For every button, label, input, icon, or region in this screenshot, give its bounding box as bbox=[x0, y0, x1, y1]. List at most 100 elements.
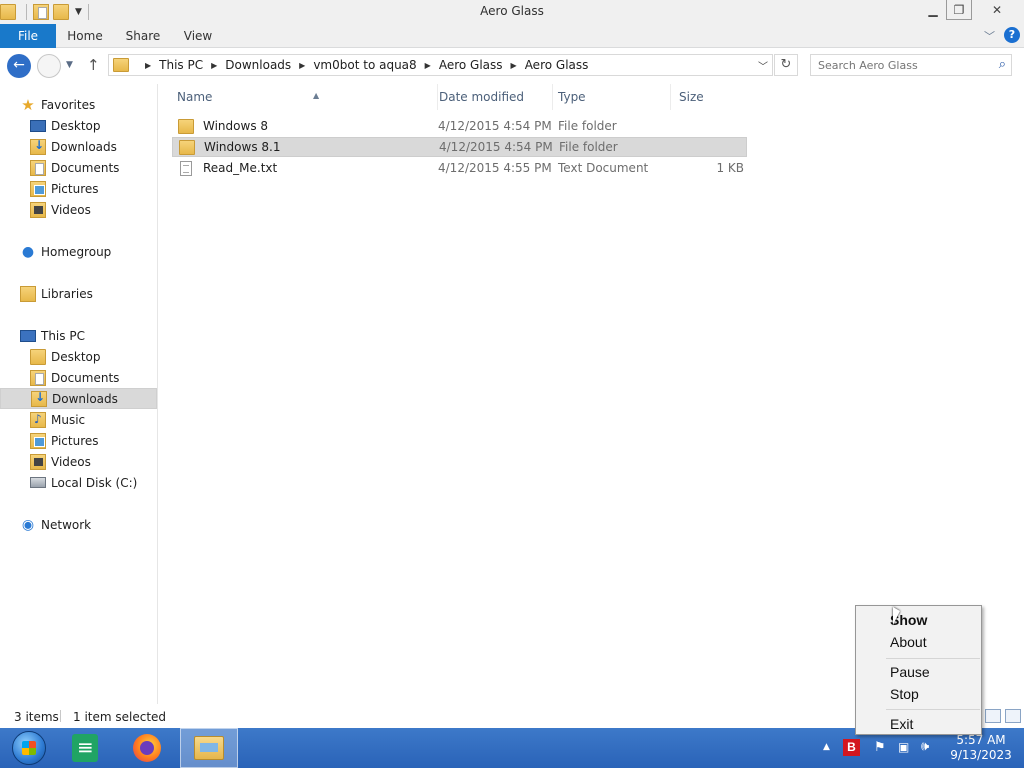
folder-icon bbox=[178, 118, 194, 134]
nav-favorites[interactable]: ★ Favorites bbox=[0, 94, 157, 115]
nav-pc-documents[interactable]: Documents bbox=[0, 367, 157, 388]
action-center-flag-icon[interactable]: ⚑ bbox=[874, 740, 886, 755]
desktop-folder-icon bbox=[30, 348, 46, 365]
nav-item-label: Videos bbox=[51, 454, 91, 469]
volume-icon[interactable]: 🕪 bbox=[921, 739, 929, 754]
status-divider bbox=[60, 710, 61, 722]
tab-home[interactable]: Home bbox=[60, 24, 110, 48]
network-tray-icon[interactable]: ▣ bbox=[898, 740, 909, 754]
taskbar-firefox[interactable] bbox=[118, 728, 176, 768]
close-icon: ✕ bbox=[991, 3, 1003, 17]
column-header-size[interactable]: Size bbox=[670, 84, 750, 110]
search-input[interactable] bbox=[811, 55, 981, 75]
selection-count: 1 item selected bbox=[73, 710, 167, 724]
menu-item-about[interactable]: About bbox=[890, 634, 927, 650]
hard-disk-icon bbox=[30, 477, 46, 488]
taskbar-sheets-app[interactable] bbox=[56, 728, 114, 768]
file-row[interactable]: Windows 8 4/12/2015 4:54 PM File folder bbox=[172, 116, 747, 136]
windows-logo-icon bbox=[12, 731, 46, 765]
breadcrumb-separator-icon[interactable]: ▶ bbox=[511, 61, 517, 70]
breadcrumb-aero-glass-current[interactable]: Aero Glass bbox=[525, 58, 589, 72]
videos-icon bbox=[30, 201, 46, 218]
file-row[interactable]: Read_Me.txt 4/12/2015 4:55 PM Text Docum… bbox=[172, 158, 747, 178]
nav-item-label: Desktop bbox=[51, 118, 101, 133]
nav-homegroup[interactable]: ● Homegroup bbox=[0, 241, 157, 262]
nav-network[interactable]: ◉ Network bbox=[0, 514, 157, 535]
details-view-icon[interactable] bbox=[985, 709, 1001, 723]
firefox-icon bbox=[133, 734, 161, 762]
nav-fav-documents[interactable]: Documents bbox=[0, 157, 157, 178]
search-box[interactable]: ⌕ bbox=[810, 54, 1012, 76]
minimize-icon: ▁ bbox=[928, 3, 938, 17]
tray-context-menu: Show About Pause Stop Exit bbox=[855, 605, 982, 735]
pictures-icon bbox=[30, 180, 46, 197]
recent-locations-icon[interactable]: ▼ bbox=[66, 60, 73, 70]
tab-share[interactable]: Share bbox=[120, 24, 166, 48]
up-button[interactable]: ↑ bbox=[87, 56, 100, 74]
text-file-icon bbox=[180, 160, 192, 176]
tab-view[interactable]: View bbox=[176, 24, 220, 48]
breadcrumb-vm0bot[interactable]: vm0bot to aqua8 bbox=[313, 58, 416, 72]
minimize-button[interactable]: ▁ bbox=[920, 0, 946, 20]
nav-pc-pictures[interactable]: Pictures bbox=[0, 430, 157, 451]
restore-button[interactable]: ❐ bbox=[946, 0, 972, 20]
tab-file[interactable]: File bbox=[0, 24, 56, 48]
homegroup-icon: ● bbox=[21, 243, 35, 260]
column-header-date[interactable]: Date modified bbox=[437, 84, 552, 110]
breadcrumb-separator-icon[interactable]: ▶ bbox=[211, 61, 217, 70]
breadcrumb-aero-glass[interactable]: Aero Glass bbox=[439, 58, 503, 72]
menu-item-stop[interactable]: Stop bbox=[890, 686, 919, 702]
view-switcher bbox=[981, 709, 1021, 723]
file-name: Windows 8.1 bbox=[204, 140, 281, 154]
nav-fav-downloads[interactable]: Downloads bbox=[0, 136, 157, 157]
large-icons-view-icon[interactable] bbox=[1005, 709, 1021, 723]
address-dropdown-icon[interactable]: ﹀ bbox=[758, 58, 768, 73]
column-header-type[interactable]: Type bbox=[552, 84, 670, 110]
clock-time: 5:57 AM bbox=[956, 733, 1006, 747]
nav-fav-pictures[interactable]: Pictures bbox=[0, 178, 157, 199]
address-bar[interactable]: ▶ This PC ▶ Downloads ▶ vm0bot to aqua8 … bbox=[108, 54, 773, 76]
breadcrumb-separator-icon[interactable]: ▶ bbox=[145, 61, 151, 70]
show-hidden-icons-icon[interactable]: ▲ bbox=[823, 742, 830, 752]
menu-separator bbox=[886, 709, 980, 710]
column-header-name[interactable]: Name ▲ bbox=[177, 84, 432, 110]
close-button[interactable]: ✕ bbox=[972, 0, 1022, 20]
nav-item-label: Pictures bbox=[51, 433, 99, 448]
ribbon-tabs: File Home Share View ﹀ ? bbox=[0, 24, 1024, 48]
breadcrumb-downloads[interactable]: Downloads bbox=[225, 58, 291, 72]
breadcrumb-this-pc[interactable]: This PC bbox=[159, 58, 203, 72]
nav-fav-desktop[interactable]: Desktop bbox=[0, 115, 157, 136]
back-button[interactable]: ← bbox=[7, 54, 31, 78]
search-icon[interactable]: ⌕ bbox=[999, 57, 1006, 72]
refresh-button[interactable]: ↻ bbox=[774, 54, 798, 76]
nav-pc-desktop[interactable]: Desktop bbox=[0, 346, 157, 367]
taskbar-file-explorer[interactable] bbox=[180, 728, 238, 768]
nav-pc-videos[interactable]: Videos bbox=[0, 451, 157, 472]
file-row-selected[interactable]: Windows 8.1 4/12/2015 4:54 PM File folde… bbox=[172, 137, 747, 157]
navigation-bar: ← ▼ ↑ ▶ This PC ▶ Downloads ▶ vm0bot to … bbox=[0, 48, 1024, 84]
nav-this-pc[interactable]: This PC bbox=[0, 325, 157, 346]
forward-button[interactable] bbox=[37, 54, 61, 78]
breadcrumb-separator-icon[interactable]: ▶ bbox=[425, 61, 431, 70]
nav-fav-videos[interactable]: Videos bbox=[0, 199, 157, 220]
nav-pc-music[interactable]: Music bbox=[0, 409, 157, 430]
breadcrumb-separator-icon[interactable]: ▶ bbox=[299, 61, 305, 70]
column-header-label: Size bbox=[679, 90, 704, 104]
file-explorer-icon bbox=[194, 736, 224, 760]
nav-pc-local-disk[interactable]: Local Disk (C:) bbox=[0, 472, 157, 493]
mouse-cursor-icon bbox=[893, 607, 900, 625]
help-icon[interactable]: ? bbox=[1004, 27, 1020, 43]
nav-item-label: Downloads bbox=[51, 139, 117, 154]
expand-ribbon-icon[interactable]: ﹀ bbox=[984, 28, 995, 44]
tray-app-b-icon[interactable]: B bbox=[843, 739, 860, 756]
nav-pc-downloads[interactable]: Downloads bbox=[0, 388, 157, 409]
start-button[interactable] bbox=[0, 728, 58, 768]
clock[interactable]: 5:57 AM 9/13/2023 bbox=[948, 733, 1014, 763]
menu-item-exit[interactable]: Exit bbox=[890, 716, 913, 732]
item-count: 3 items bbox=[14, 710, 59, 724]
column-header-label: Date modified bbox=[439, 90, 525, 104]
menu-item-pause[interactable]: Pause bbox=[890, 664, 930, 680]
computer-icon bbox=[20, 329, 36, 342]
nav-libraries[interactable]: Libraries bbox=[0, 283, 157, 304]
libraries-icon bbox=[20, 285, 36, 302]
